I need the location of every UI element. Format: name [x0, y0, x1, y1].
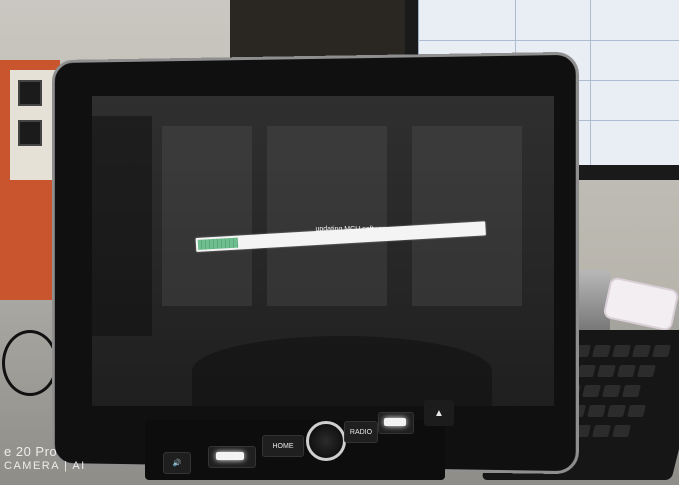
keyboard-key [616, 365, 636, 377]
watermark-model: e 20 Pro [4, 444, 58, 459]
tablet-screen [92, 96, 554, 406]
speaker-icon: 🔊 [172, 460, 182, 467]
voice-button[interactable]: 🔊 [163, 452, 191, 474]
home-label: HOME [272, 442, 294, 450]
keyboard-key [596, 365, 616, 377]
cable [2, 330, 58, 396]
keyboard-key [621, 385, 641, 397]
keyboard-key [591, 345, 611, 357]
home-button[interactable]: HOME [262, 435, 304, 457]
watermark-brand: CAMERA | AI [4, 460, 86, 472]
keyboard-key [627, 405, 646, 417]
person-reflection [92, 116, 152, 336]
keyboard-key [607, 405, 626, 417]
keyboard-key [592, 425, 612, 437]
radio-label: RADIO [349, 428, 373, 436]
keyboard-key [581, 385, 601, 397]
keyboard-key [651, 345, 671, 357]
window-reflection [412, 126, 522, 306]
keyboard-key [576, 365, 596, 377]
update-progress-fill [197, 237, 239, 250]
eject-icon: ▲ [434, 407, 444, 419]
camera-watermark: e 20 Pro CAMERA | AI [4, 444, 86, 474]
keyboard-key [601, 385, 621, 397]
keyboard-key [612, 425, 632, 437]
volume-knob[interactable] [306, 421, 346, 461]
monitor-grid-line [590, 0, 591, 165]
eject-button[interactable]: ▲ [424, 400, 454, 426]
rocker-switch [18, 80, 42, 106]
person-reflection [192, 336, 492, 406]
keyboard-key [587, 405, 606, 417]
keyboard-key [636, 365, 656, 377]
led-indicator [216, 452, 244, 460]
window-reflection [162, 126, 252, 306]
photo-scene: updating MCU software... 🔊 HOME RADIO ▲ … [0, 0, 679, 485]
window-reflection [267, 126, 387, 306]
keyboard-key [631, 345, 651, 357]
led-indicator [384, 418, 406, 426]
keyboard-key [611, 345, 631, 357]
rocker-switch [18, 120, 42, 146]
monitor-grid-line [418, 40, 679, 41]
radio-button[interactable]: RADIO [344, 421, 378, 443]
